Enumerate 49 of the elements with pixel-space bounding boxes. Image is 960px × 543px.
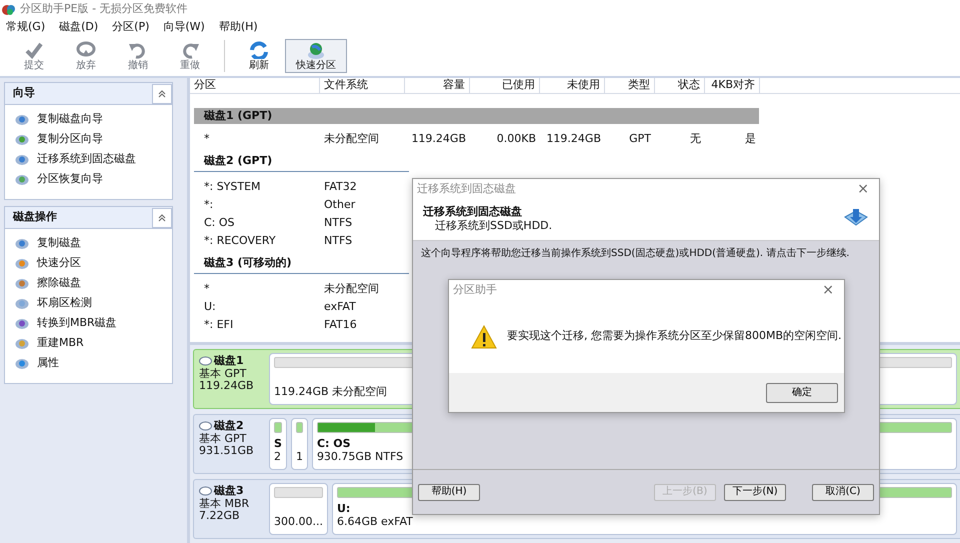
disk-size: 119.24GB: [199, 380, 255, 393]
table-cell-text: *:: [203, 198, 214, 212]
disk-name: 磁盘2: [214, 420, 244, 433]
wizard-description: 这个向导程序将帮助您迁移当前操作系统到SSD(固态硬盘)或HDD(普通硬盘). 请点击下一步继续.: [421, 247, 850, 260]
panel-title: 磁盘操作: [13, 210, 57, 225]
table-cell-text: 119.24GB: [545, 132, 602, 146]
table-cell-text: U:: [203, 300, 217, 314]
table-cell-text: 未分配空间: [323, 132, 380, 146]
table-cell-text: *: [203, 132, 210, 146]
wizard-subheading: 迁移系统到SSD或HDD.: [434, 219, 552, 234]
table-cell-text: *: EFI: [203, 318, 234, 332]
table-cell-text: Other: [323, 198, 356, 212]
table-cell-text: 未分配空间: [323, 282, 380, 296]
partition-label: S: [274, 437, 282, 450]
disk-size: 7.22GB: [199, 510, 241, 523]
partition-detail: 2: [274, 450, 281, 463]
disk-name: 磁盘3: [214, 485, 244, 498]
partition-label: U:: [336, 502, 350, 515]
partition-detail: 6.64GB exFAT: [336, 515, 413, 528]
disk-type: 基本 GPT: [199, 432, 248, 446]
disk-type: 基本 GPT: [199, 368, 248, 380]
table-cell-text: 无: [689, 132, 702, 146]
window-title: 分区助手PE版 - 无损分区免费软件: [20, 2, 188, 16]
table-cell-text: *: SYSTEM: [203, 180, 262, 194]
table-cell-text: NTFS: [323, 234, 354, 248]
wizard-heading: 迁移系统到固态磁盘: [423, 205, 523, 220]
dialog-title: 分区助手: [453, 282, 497, 298]
table-cell-text: FAT16: [323, 318, 358, 332]
panel-title: 向导: [13, 86, 35, 101]
partition-detail: 1: [296, 450, 303, 463]
table-cell-text: GPT: [628, 132, 652, 146]
table-cell-text: NTFS: [323, 216, 354, 230]
table-cell-text: C: OS: [203, 216, 236, 230]
partition-detail: 930.75GB NTFS: [316, 450, 404, 463]
table-cell-text: 0.00KB: [496, 132, 537, 146]
message-text: 要实现这个迁移, 您需要为操作系统分区至少保留800MB的空闲空间.: [507, 329, 842, 344]
table-cell-text: 是: [744, 132, 757, 146]
partition-detail: 300.00...: [274, 515, 323, 528]
disk-type: 基本 MBR: [199, 498, 250, 510]
table-cell-text: FAT32: [323, 180, 358, 194]
table-cell-text: *: [203, 282, 210, 296]
partition-detail: 119.24GB 未分配空间: [274, 385, 388, 398]
partition-label: C: OS: [316, 437, 351, 450]
table-cell-text: 119.24GB: [410, 132, 467, 146]
disk-name: 磁盘1: [214, 355, 244, 368]
table-cell-text: exFAT: [323, 300, 357, 314]
dialog-title: 迁移系统到固态磁盘: [417, 182, 516, 196]
table-cell-text: *: RECOVERY: [203, 234, 277, 248]
disk-size: 931.51GB: [199, 445, 255, 458]
